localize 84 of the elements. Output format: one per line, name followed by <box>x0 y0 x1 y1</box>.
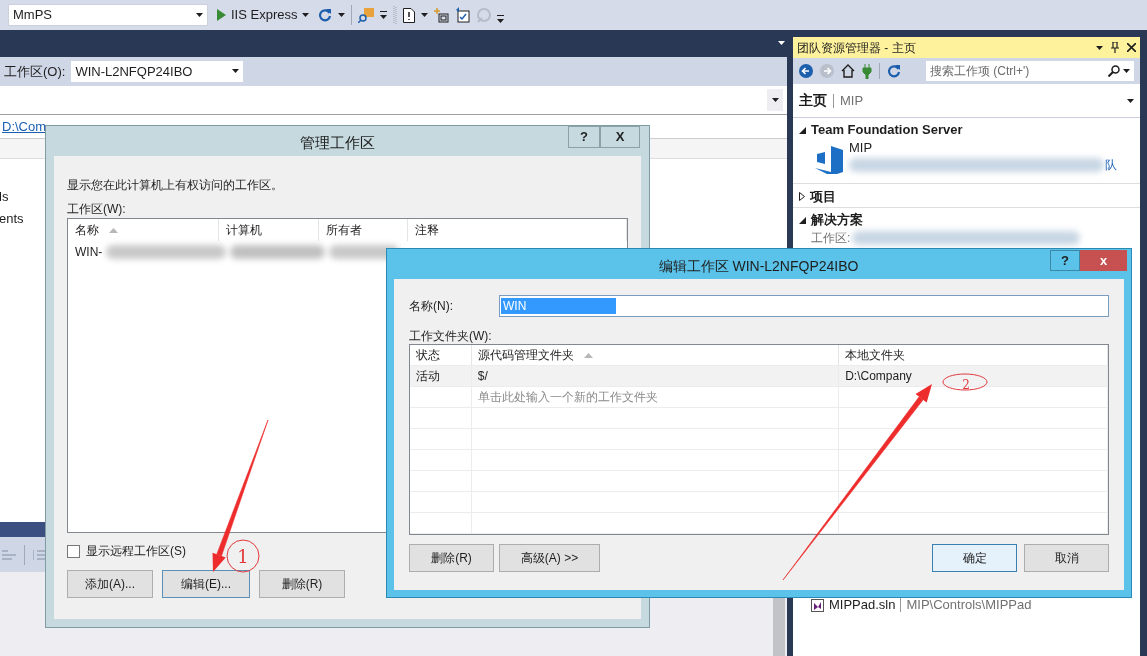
align-icon <box>2 547 16 562</box>
panel-title: 团队资源管理器 - 主页 <box>797 39 917 57</box>
folders-label: 工作文件夹(W): <box>409 328 493 344</box>
overflow-icon <box>380 11 388 19</box>
server-project-name: MIP <box>849 140 874 156</box>
caret-icon <box>771 97 779 102</box>
table-cell-text: D:\Company <box>845 368 912 385</box>
solution-name[interactable]: MIPPad.sln <box>829 595 896 615</box>
section-header[interactable]: 项目 <box>810 186 836 207</box>
caret-icon <box>302 13 310 17</box>
checklist-icon <box>455 7 471 23</box>
table-cell-text: WIN- <box>75 244 103 261</box>
close-button[interactable]: X <box>600 126 640 148</box>
dropdown-button[interactable] <box>767 88 783 111</box>
solution-path: MIP\Controls\MIPPad <box>906 596 1032 615</box>
step-marker: 2 <box>942 373 988 392</box>
section-header[interactable]: 解决方案 <box>811 210 863 230</box>
dialog-button[interactable]: 添加(A)... <box>67 570 153 598</box>
column-header[interactable]: 本地文件夹 <box>839 345 1108 365</box>
dialog-button[interactable]: 删除(R) <box>409 544 494 572</box>
find-in-files-icon <box>358 7 375 23</box>
disabled-tool-icon <box>476 7 492 23</box>
search-box[interactable]: 搜索工作项 (Ctrl+') <box>926 61 1134 81</box>
new-folder-field[interactable]: 单击此处输入一个新的工作文件夹 <box>471 387 840 407</box>
path-link[interactable]: D:\Com <box>2 116 47 137</box>
column-header[interactable]: 状态 <box>410 345 472 365</box>
server-logo-icon <box>813 144 843 174</box>
grip-icon <box>393 5 398 25</box>
page-title: 主页 <box>799 91 827 110</box>
back-icon <box>799 64 813 78</box>
pin-icon <box>1111 42 1119 53</box>
caret-icon <box>1127 98 1134 103</box>
dialog-button[interactable]: 取消 <box>1024 544 1109 572</box>
workspace-label: 工作区(O): <box>4 62 66 81</box>
new-window-icon <box>434 7 450 23</box>
help-button[interactable]: ? <box>1050 250 1080 271</box>
column-header[interactable]: 源代码管理文件夹 <box>471 345 840 365</box>
run-button[interactable]: IIS Express <box>214 4 313 26</box>
column-header[interactable]: 所有者 <box>318 219 409 241</box>
project-combobox[interactable]: MmPS <box>8 4 208 26</box>
table-cell-text: 活动 <box>416 368 440 385</box>
workspace-combobox[interactable]: WIN-L2NFQP24IBO <box>71 60 244 82</box>
caret-icon <box>421 13 429 17</box>
checkbox[interactable] <box>67 544 80 558</box>
scrollbar-thumb[interactable] <box>773 596 785 656</box>
solution-file-icon <box>811 598 824 612</box>
column-header[interactable]: 名称 <box>68 219 220 241</box>
dialog-button[interactable]: 编辑(E)... <box>162 570 250 598</box>
search-icon <box>1108 65 1120 77</box>
close-icon <box>1127 43 1136 52</box>
refresh-icon <box>887 64 901 78</box>
dialog-button[interactable]: 确定 <box>932 544 1017 572</box>
help-button[interactable]: ? <box>568 126 600 148</box>
list-label: 工作区(W): <box>67 201 127 218</box>
section-header[interactable]: Team Foundation Server <box>811 120 963 140</box>
warning-document-icon <box>403 7 416 23</box>
column-header[interactable]: 注释 <box>408 219 627 241</box>
overflow-icon <box>497 15 505 23</box>
forward-icon <box>820 64 834 78</box>
home-icon <box>841 64 855 78</box>
caret-icon <box>1096 45 1103 50</box>
refresh-icon <box>318 8 333 22</box>
caret-icon <box>1123 69 1130 73</box>
caret-icon <box>196 13 203 17</box>
description-text: 显示您在此计算机上有权访问的工作区。 <box>67 177 284 194</box>
caret-icon <box>778 41 785 46</box>
step-marker: 1 <box>226 539 260 573</box>
dialog-button[interactable]: 删除(R) <box>259 570 345 598</box>
indent-icon <box>33 547 47 562</box>
dialog-title: 管理工作区 <box>298 133 376 153</box>
project-name: MIP <box>840 91 865 110</box>
play-icon <box>217 9 226 21</box>
checkbox-label: 显示远程工作区(S) <box>86 543 186 560</box>
close-button[interactable]: x <box>1080 250 1127 271</box>
column-header[interactable]: 计算机 <box>219 219 319 241</box>
table-cell-text: $/ <box>477 368 488 385</box>
team-link[interactable]: 队 <box>1105 156 1117 174</box>
workspace-label: 工作区: <box>811 230 851 247</box>
dialog-title: 编辑工作区 WIN-L2NFQP24IBO <box>657 257 860 276</box>
caret-icon <box>338 13 346 17</box>
dialog-button[interactable]: 高级(A) >> <box>499 544 600 572</box>
caret-icon <box>232 69 240 74</box>
name-label: 名称(N): <box>409 298 454 315</box>
plug-icon <box>862 63 872 79</box>
